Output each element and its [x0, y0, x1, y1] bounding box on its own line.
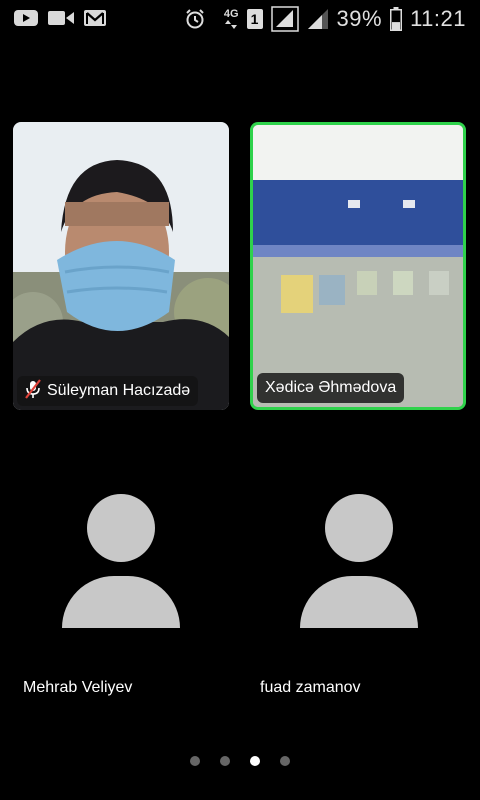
avatar-tile-fuad[interactable] [258, 470, 458, 670]
network-type-label: 4G [223, 8, 239, 20]
avatar-tile-mehrab[interactable] [20, 470, 220, 670]
video-camera-icon [48, 9, 74, 27]
video-tile-xedice[interactable]: Xədicə Əhmədova [250, 122, 466, 410]
page-dot[interactable] [220, 756, 230, 766]
participant-name: Xədicə Əhmədova [265, 379, 397, 396]
participant-video-feed [253, 125, 463, 407]
video-tile-suleyman[interactable]: Süleyman Hacızadə [13, 122, 229, 410]
participant-name-mehrab: Mehrab Veliyev [23, 679, 133, 696]
page-dot[interactable] [190, 756, 200, 766]
muted-microphone-icon [25, 378, 41, 404]
sim-slot-badge: 1 [246, 9, 263, 29]
signal-strength-2-icon [307, 8, 329, 30]
participant-name: Süleyman Hacızadə [47, 382, 191, 399]
page-dot[interactable] [280, 756, 290, 766]
page-indicator[interactable] [0, 756, 480, 766]
status-bar: 4G 1 39% 11:21 [0, 0, 480, 40]
youtube-icon [14, 9, 38, 27]
participant-name-tag: Xədicə Əhmədova [257, 373, 405, 403]
signal-strength-icon [270, 6, 299, 32]
participant-name-tag: Süleyman Hacızadə [17, 376, 199, 406]
page-dot[interactable] [250, 756, 260, 766]
participant-video-feed [13, 122, 229, 410]
participant-name-fuad: fuad zamanov [260, 679, 361, 696]
alarm-clock-icon [184, 8, 206, 30]
battery-icon [390, 7, 403, 31]
network-type-indicator: 4G [224, 9, 239, 29]
gmail-icon [84, 9, 106, 27]
battery-percent: 39% [336, 6, 383, 31]
clock-time: 11:21 [410, 6, 466, 31]
